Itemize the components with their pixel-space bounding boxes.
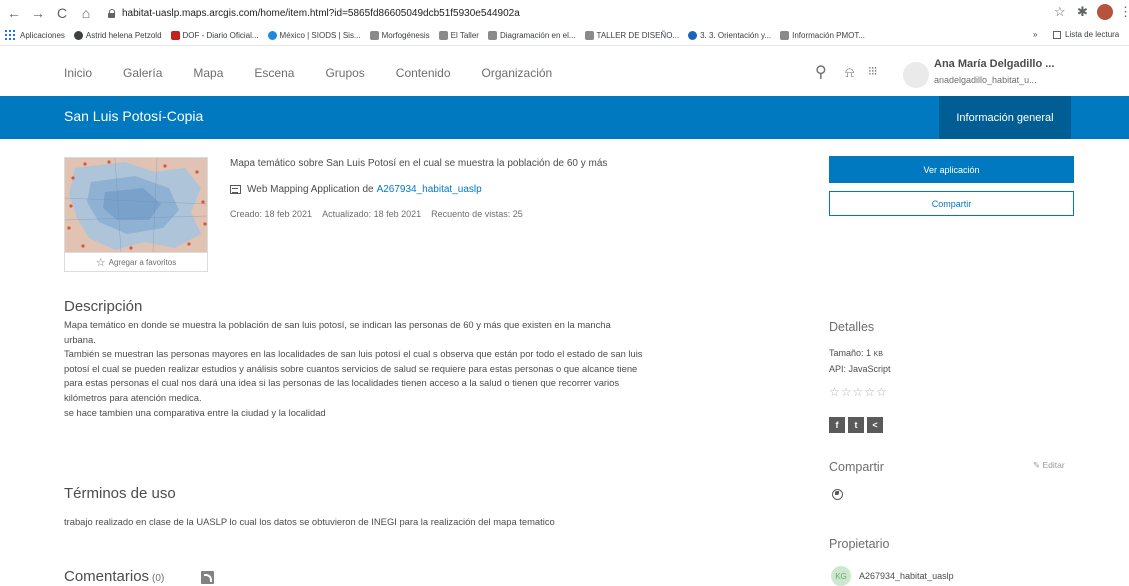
bookmark-item[interactable]: Morfogénesis	[369, 30, 430, 40]
item-summary: Mapa temático sobre San Luis Potosí en e…	[230, 158, 608, 169]
item-title-bar: San Luis Potosí-Copia Información genera…	[0, 96, 1129, 139]
view-app-button[interactable]: Ver aplicación	[829, 156, 1074, 183]
user-avatar[interactable]	[903, 62, 929, 88]
bookmark-item[interactable]: México | SIODS | Sis...	[267, 30, 361, 40]
site-header: Inicio Galería Mapa Escena Grupos Conten…	[0, 46, 1129, 96]
bookmark-item[interactable]: TALLER DE DISEÑO...	[584, 30, 679, 40]
item-dates: Creado: 18 feb 2021 Actualizado: 18 feb …	[230, 209, 533, 219]
item-type-row: Web Mapping Application de A267934_habit…	[230, 184, 482, 195]
terms-heading: Términos de uso	[64, 485, 176, 502]
facebook-icon[interactable]: f	[829, 417, 845, 433]
bookmark-item[interactable]: Aplicaciones	[20, 31, 65, 40]
forward-icon[interactable]: →	[28, 3, 48, 23]
reload-icon[interactable]: C	[52, 3, 72, 23]
bookmark-item[interactable]: Diagramación en el...	[487, 30, 576, 40]
nav-inicio[interactable]: Inicio	[64, 66, 92, 80]
nav-contenido[interactable]: Contenido	[396, 66, 451, 80]
search-icon[interactable]: ⚲	[815, 62, 827, 82]
bookmark-item[interactable]: Astrid helena Petzold	[73, 30, 162, 40]
user-full-name[interactable]: Ana María Delgadillo ...	[934, 58, 1054, 70]
browser-chrome: ← → C ⌂ habitat-uaslp.maps.arcgis.com/ho…	[0, 0, 1129, 46]
reading-list[interactable]: Lista de lectura	[1053, 30, 1119, 39]
bookmarks-bar: Aplicaciones Astrid helena Petzold DOF -…	[0, 26, 1129, 44]
nav-organizacion[interactable]: Organización	[482, 66, 553, 80]
profile-avatar-icon[interactable]	[1097, 4, 1113, 20]
url-text: habitat-uaslp.maps.arcgis.com/home/item.…	[122, 8, 520, 19]
share-button[interactable]: Compartir	[829, 191, 1074, 216]
apps-grid-icon[interactable]	[5, 30, 15, 40]
reading-list-icon	[1053, 30, 1061, 39]
edit-share-button[interactable]: ✎ Editar	[1033, 460, 1065, 471]
created-date: Creado: 18 feb 2021	[230, 209, 313, 219]
item-title: San Luis Potosí-Copia	[64, 108, 204, 124]
share-heading: Compartir	[829, 460, 884, 474]
notifications-bell-icon[interactable]: ⍾	[845, 64, 854, 81]
item-thumbnail-card: ☆ Agregar a favoritos	[64, 157, 208, 272]
owner-heading: Propietario	[829, 537, 890, 551]
nav-galeria[interactable]: Galería	[123, 66, 162, 80]
rss-icon[interactable]	[201, 571, 214, 584]
share-link-icon[interactable]: <	[867, 417, 883, 433]
nav-mapa[interactable]: Mapa	[193, 66, 223, 80]
web-app-icon	[230, 185, 241, 194]
updated-date: Actualizado: 18 feb 2021	[322, 209, 422, 219]
home-icon[interactable]: ⌂	[76, 3, 96, 23]
page: ← → C ⌂ habitat-uaslp.maps.arcgis.com/ho…	[0, 0, 1129, 586]
comments-heading: Comentarios (0)	[64, 568, 165, 585]
rating-stars[interactable]: ☆☆☆☆☆	[829, 385, 888, 399]
item-size: Tamaño: 1 KB	[829, 348, 883, 358]
address-bar[interactable]: habitat-uaslp.maps.arcgis.com/home/item.…	[108, 5, 520, 22]
bookmarks-overflow[interactable]: »	[1033, 30, 1037, 39]
owner-link[interactable]: A267934_habitat_uaslp	[377, 184, 482, 195]
owner-name-link[interactable]: A267934_habitat_uaslp	[859, 571, 954, 581]
terms-text: trabajo realizado en clase de la UASLP l…	[64, 516, 555, 527]
bookmark-item[interactable]: 3. 3. Orientación y...	[688, 30, 771, 40]
pencil-icon: ✎	[1033, 460, 1041, 470]
map-thumbnail	[65, 158, 207, 252]
view-count: Recuento de vistas: 25	[431, 209, 523, 219]
bookmark-item[interactable]: El Taller	[438, 30, 479, 40]
nav-escena[interactable]: Escena	[254, 66, 294, 80]
bookmark-item[interactable]: Información PMOT...	[780, 30, 865, 40]
description-text: Mapa temático en donde se muestra la pob…	[64, 319, 643, 418]
back-icon[interactable]: ←	[4, 3, 24, 23]
star-icon: ☆	[95, 256, 106, 269]
star-bookmark-icon[interactable]: ☆	[1054, 4, 1066, 20]
url-row: ← → C ⌂ habitat-uaslp.maps.arcgis.com/ho…	[0, 0, 1129, 26]
nav-grupos[interactable]: Grupos	[325, 66, 364, 80]
menu-icon[interactable]: ⋮	[1119, 4, 1129, 20]
bookmark-item[interactable]: DOF - Diario Oficial...	[170, 30, 259, 40]
tab-informacion-general[interactable]: Información general	[939, 96, 1071, 139]
user-username: anadelgadillo_habitat_u...	[934, 75, 1037, 85]
details-heading: Detalles	[829, 320, 875, 334]
add-favorites-button[interactable]: ☆ Agregar a favoritos	[65, 252, 207, 271]
owner-avatar: KG	[831, 566, 851, 586]
comments-count: (0)	[152, 573, 165, 584]
app-launcher-icon[interactable]: ⁝⁝⁝	[868, 64, 878, 78]
description-heading: Descripción	[64, 298, 143, 315]
top-nav: Inicio Galería Mapa Escena Grupos Conten…	[64, 66, 583, 80]
globe-icon	[832, 489, 843, 500]
extensions-icon[interactable]: ✱	[1077, 4, 1088, 20]
twitter-icon[interactable]: t	[848, 417, 864, 433]
item-api: API: JavaScript	[829, 364, 891, 374]
lock-icon	[108, 9, 116, 18]
